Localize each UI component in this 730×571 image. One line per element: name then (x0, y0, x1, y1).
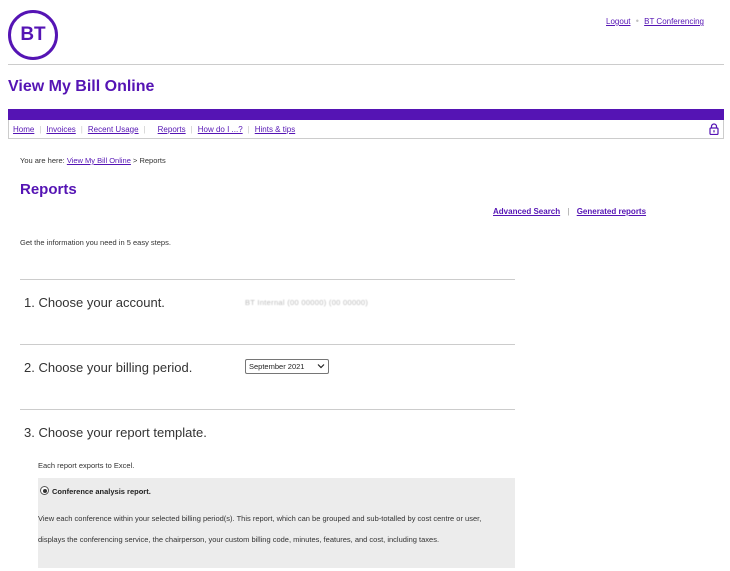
account-value: BT Internal (00 00000) (00 00000) (245, 298, 369, 307)
billing-period-select[interactable]: September 2021 (245, 359, 329, 374)
nav-separator: | (80, 124, 83, 134)
nav-how-do-i[interactable]: How do I ...? (198, 125, 243, 134)
brand-bar (8, 109, 724, 120)
chevron-down-icon (317, 364, 325, 369)
bt-logo[interactable]: BT (8, 10, 58, 60)
conference-analysis-radio[interactable] (40, 486, 49, 495)
nav-separator: | (39, 124, 42, 134)
header-links: Logout • BT Conferencing (606, 16, 704, 26)
nav-reports[interactable]: Reports (158, 125, 186, 134)
report-links: Advanced Search | Generated reports (493, 207, 646, 216)
step-3-label: 3. Choose your report template. (24, 425, 207, 440)
nav-recent-usage[interactable]: Recent Usage (88, 125, 139, 134)
header-separator: • (635, 16, 639, 26)
nav-separator: | (190, 124, 193, 134)
step-divider (20, 279, 515, 280)
nav-separator: | (143, 124, 146, 134)
logo-text: BT (20, 24, 46, 45)
intro-text: Get the information you need in 5 easy s… (20, 238, 171, 247)
conference-analysis-label[interactable]: Conference analysis report. (52, 487, 151, 496)
breadcrumb-link[interactable]: View My Bill Online (67, 156, 131, 165)
breadcrumb-current: > Reports (130, 156, 166, 165)
step-divider (20, 409, 515, 410)
main-nav: Home | Invoices | Recent Usage | Reports… (8, 120, 724, 139)
report-description: View each conference within your selecte… (38, 514, 482, 544)
breadcrumb-prefix: You are here: (20, 156, 67, 165)
breadcrumb: You are here: View My Bill Online > Repo… (20, 156, 166, 165)
nav-hints-tips[interactable]: Hints & tips (255, 125, 295, 134)
links-separator: | (567, 207, 570, 216)
header-divider (8, 64, 724, 65)
nav-invoices[interactable]: Invoices (46, 125, 75, 134)
nav-separator: | (247, 124, 250, 134)
logout-link[interactable]: Logout (606, 17, 630, 26)
nav-home[interactable]: Home (13, 125, 34, 134)
step-1-label: 1. Choose your account. (24, 295, 165, 310)
app-title: View My Bill Online (8, 78, 155, 95)
exports-note: Each report exports to Excel. (38, 461, 135, 470)
page-title: Reports (20, 181, 77, 198)
lock-icon[interactable] (709, 123, 719, 135)
step-2-label: 2. Choose your billing period. (24, 360, 193, 375)
advanced-search-link[interactable]: Advanced Search (493, 207, 560, 216)
step-divider (20, 344, 515, 345)
billing-period-value: September 2021 (249, 362, 305, 371)
bt-conferencing-link[interactable]: BT Conferencing (644, 17, 704, 26)
generated-reports-link[interactable]: Generated reports (577, 207, 646, 216)
